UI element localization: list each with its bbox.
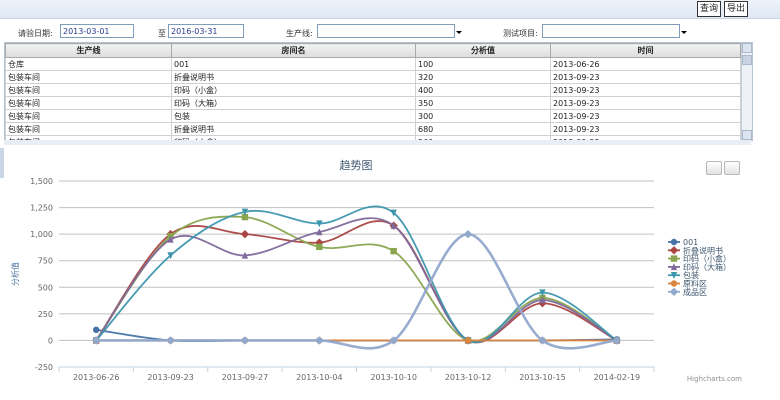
table-cell: 包装车间 [5,83,172,97]
table-cell: 2013-09-23 [550,109,741,123]
data-point [92,326,100,333]
y-tick-label: 0 [48,336,53,345]
table-row[interactable]: 包装车间 折叠说明书 680 2013-09-23 [5,122,741,136]
data-point [240,229,250,239]
y-tick-label: 750 [38,257,53,266]
y-tick-label: 500 [38,283,53,292]
legend-marker [670,280,678,287]
column-header[interactable]: 生产线 [5,43,172,58]
item-select[interactable] [542,24,680,38]
column-header[interactable]: 时间 [550,43,741,58]
table-cell: 2013-09-23 [550,96,741,110]
y-tick-label: 1,500 [30,177,53,186]
column-header[interactable]: 分析值 [415,43,551,58]
data-point [240,336,250,345]
table-cell: 2013-06-26 [550,57,741,71]
date-to-label: 至 [158,29,166,38]
data-point [315,336,324,345]
data-point [464,337,472,344]
table-cell: 2013-09-23 [550,122,741,136]
series-line [95,215,618,343]
legend-marker [670,238,678,246]
table-cell: 300 [415,109,551,123]
table-cell: 2013-09-23 [550,70,741,84]
table-cell: 仓库 [5,57,172,71]
x-tick-label: 2014-02-19 [594,373,641,382]
y-tick-label: 250 [38,310,53,319]
scroll-down-icon[interactable] [742,130,752,140]
data-point [390,247,397,255]
line-select[interactable] [317,24,455,38]
table-cell: 包装车间 [5,96,172,110]
grid-scrollbar[interactable] [741,43,752,140]
y-tick-label: 1,000 [30,230,53,239]
date-to-input[interactable]: 2016-03-31 [168,24,244,38]
legend-item[interactable]: 成品区 [683,287,707,297]
chart-credits: Highcharts.com [686,375,742,383]
export-button[interactable]: 导出 [724,1,748,17]
x-tick-label: 2013-10-15 [519,373,566,382]
x-tick-label: 2013-10-04 [296,373,343,382]
table-cell: 包装车间 [5,122,172,136]
data-point [463,229,473,239]
table-row[interactable]: 仓库 001 100 2013-06-26 [5,57,741,71]
item-label: 测试项目: [503,29,538,38]
x-tick-label: 2013-09-27 [222,373,269,382]
table-cell: 100 [415,57,551,71]
chart-svg: 趋势图 -250 0 250 500 750 1,000 1,250 1,500 2013-06-… [10,159,731,382]
scroll-up-icon[interactable] [742,43,752,53]
table-row[interactable]: 包装车间 印码（大箱） 350 2013-09-23 [5,96,741,110]
date-from-label: 请验日期: [18,29,53,38]
print-icon[interactable] [706,161,722,175]
table-row[interactable]: 包装车间 折叠说明书 320 2013-09-23 [5,70,741,84]
table-cell: 包装车间 [5,109,172,123]
table-cell: 350 [415,96,551,110]
toolbar: 查询 导出 [0,0,780,19]
y-axis-label: 分析值 [10,262,20,286]
x-tick-label: 2013-09-23 [147,373,194,382]
date-from-input[interactable]: 2013-03-01 [60,24,134,38]
legend-marker [669,246,679,255]
table-cell: 2013-09-23 [550,83,741,97]
table-cell: 印码（小盒） [171,83,416,97]
query-button[interactable]: 查询 [697,1,721,17]
table-cell: 印码（大箱） [171,96,416,110]
x-tick-label: 2013-10-10 [370,373,417,382]
legend-marker [669,287,679,296]
data-point [166,336,175,345]
chart-title: 趋势图 [340,159,373,172]
y-tick-label: 1,250 [30,204,53,213]
line-dropdown-icon[interactable] [456,31,462,34]
table-cell: 包装车间 [5,70,172,84]
x-tick-label: 2013-06-26 [73,373,120,382]
series-line [95,220,618,344]
table-cell: 400 [415,83,551,97]
data-grid: 生产线 房间名 分析值 时间 仓库 001 100 2013-06-26 包装车间 折叠说… [4,42,753,141]
table-row[interactable]: 包装车间 包装 300 2013-09-23 [5,109,741,123]
scroll-thumb[interactable] [742,55,752,65]
splitter-bar[interactable] [4,140,751,145]
data-point [316,243,323,251]
line-label: 生产线: [286,29,313,38]
table-cell: 包装 [171,109,416,123]
table-cell: 折叠说明书 [171,70,416,84]
x-tick-label: 2013-10-12 [445,373,492,382]
table-cell: 320 [415,70,551,84]
trend-chart: 趋势图 -250 0 250 500 750 1,000 1,250 1,500 2013-06-… [4,146,756,388]
y-tick-label: -250 [35,363,53,372]
table-cell: 001 [171,57,416,71]
column-header[interactable]: 房间名 [171,43,416,58]
legend-marker [670,255,678,262]
series-line [95,217,618,344]
table-row[interactable]: 包装车间 印码（小盒） 400 2013-09-23 [5,83,741,97]
table-cell: 折叠说明书 [171,122,416,136]
download-icon[interactable] [724,161,740,175]
item-dropdown-icon[interactable] [681,31,687,34]
table-cell: 680 [415,122,551,136]
